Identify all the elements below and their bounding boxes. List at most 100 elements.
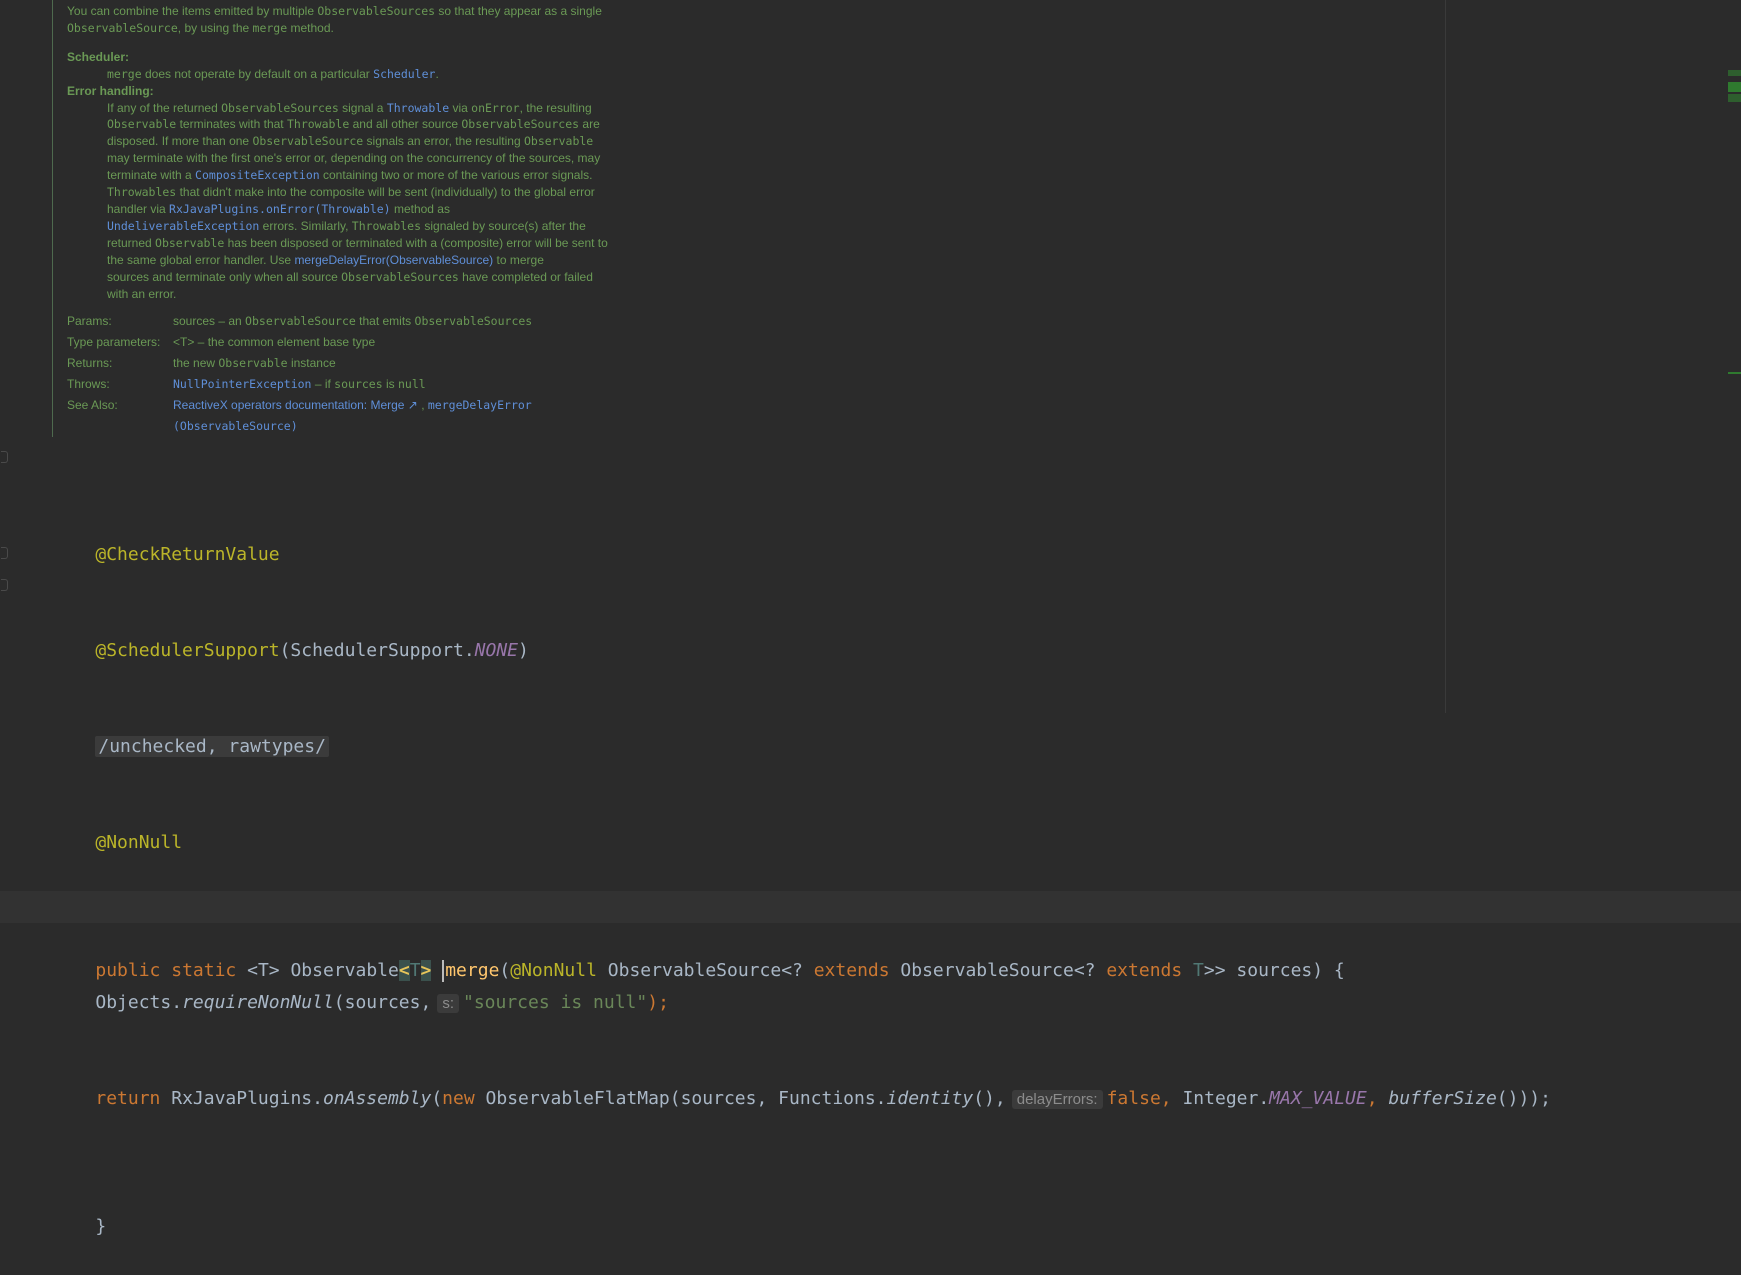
javadoc-tag-row: Throws: NullPointerException – if sources…: [67, 374, 692, 395]
doc-text: signal a: [338, 100, 387, 115]
doc-text: that emits: [355, 314, 415, 329]
error-handling-line: terminate with a CompositeException cont…: [107, 167, 692, 184]
doc-text: that didn't make into the composite will…: [176, 185, 595, 200]
error-handling-line: Observable terminates with that Throwabl…: [107, 116, 692, 133]
folded-region[interactable]: /unchecked, rawtypes/: [95, 736, 329, 757]
doc-text: , the resulting: [519, 100, 592, 115]
doc-inline-code: Observable: [155, 235, 225, 250]
doc-text: disposed. If more than one: [107, 134, 253, 149]
error-handling-line: may terminate with the first one's error…: [107, 150, 692, 167]
error-handling-line: Throwables that didn't make into the com…: [107, 184, 692, 201]
error-handling-line: disposed. If more than one ObservableSou…: [107, 133, 692, 150]
doc-text: terminate with a: [107, 168, 196, 183]
doc-text: signals an error, the resulting: [363, 134, 524, 149]
doc-inline-code: ObservableSources: [221, 100, 339, 115]
doc-text: – if: [311, 377, 335, 392]
tag-name: Throws:: [67, 377, 110, 392]
doc-text: returned: [107, 235, 156, 250]
parameter-hint: delayErrors:: [1011, 1090, 1103, 1109]
error-handling-line: UndeliverableException errors. Similarly…: [107, 218, 692, 235]
tag-value: sources – an ObservableSource that emits…: [173, 313, 692, 330]
doc-text: instance: [287, 356, 336, 371]
doc-text: may terminate with the first one's error…: [107, 151, 601, 166]
rendered-javadoc: You can combine the items emitted by mul…: [52, 0, 692, 437]
code-line[interactable]: Objects.requireNonNull(sources, s: "source…: [52, 987, 1551, 1019]
scheduler-text: merge does not operate by default on a p…: [107, 66, 439, 81]
doc-link[interactable]: CompositeException: [195, 168, 320, 182]
javadoc-tag-row: Type parameters: <T> – the common element…: [67, 332, 692, 353]
doc-inline-code: ObservableSources: [341, 269, 459, 284]
parameter-hint: s:: [437, 994, 459, 1013]
doc-inline-code: Observable: [107, 117, 177, 132]
doc-text: If any of the returned: [107, 100, 222, 115]
doc-text: and all other source: [349, 117, 462, 132]
scrollbar-change-marker[interactable]: [1728, 372, 1741, 374]
tag-value: the new Observable instance: [173, 355, 692, 372]
doc-text: have completed or failed: [458, 269, 593, 284]
code-line[interactable]: @SchedulerSupport(SchedulerSupport.NONE): [52, 603, 1551, 661]
error-handling-text: If any of the returned ObservableSources…: [67, 100, 692, 303]
doc-link[interactable]: ReactiveX operators documentation: Merge…: [173, 398, 418, 412]
doc-text: sources and terminate only when all sour…: [107, 269, 342, 284]
fold-icon[interactable]: [1, 579, 9, 591]
doc-inline-code: Throwables: [107, 185, 177, 200]
doc-text: are: [579, 117, 600, 132]
error-handling-line: If any of the returned ObservableSources…: [107, 100, 692, 117]
doc-text: ,: [417, 398, 428, 413]
doc-text: <T> – the common element base type: [173, 335, 376, 350]
current-code-line[interactable]: public static <T> Observable<T> merge(@N…: [0, 891, 1741, 982]
tag-value: NullPointerException – if sources is nul…: [173, 376, 692, 393]
doc-inline-code: ObservableSources: [461, 117, 580, 132]
doc-link[interactable]: mergeDelayError(ObservableSource): [294, 253, 493, 267]
javadoc-tag-row: (ObservableSource): [67, 416, 692, 437]
error-handling-label: Error handling:: [67, 83, 154, 98]
error-handling-line: sources and terminate only when all sour…: [107, 269, 692, 286]
doc-inline-code: onError: [471, 100, 520, 115]
scrollbar-change-marker[interactable]: [1728, 94, 1741, 102]
doc-intro: You can combine the items emitted by mul…: [67, 4, 602, 35]
code-line[interactable]: /unchecked, rawtypes/: [52, 699, 1551, 757]
doc-inline-code: Observable: [523, 134, 594, 149]
doc-text: via: [449, 100, 472, 115]
doc-link[interactable]: NullPointerException: [173, 377, 311, 391]
doc-link[interactable]: Throwable: [387, 101, 449, 115]
doc-link[interactable]: (ObservableSource): [173, 419, 298, 433]
current-line-highlight: [0, 891, 1741, 923]
code-line[interactable]: @CheckReturnValue: [52, 507, 1551, 565]
doc-text: handler via: [107, 201, 170, 216]
doc-link[interactable]: mergeDelayError: [428, 398, 532, 412]
javadoc-tag-row: Params: sources – an ObservableSource tha…: [67, 311, 692, 332]
code-editor[interactable]: @CheckReturnValue @SchedulerSupport(Sche…: [0, 443, 1741, 1243]
doc-link[interactable]: RxJavaPlugins.onError(Throwable): [169, 202, 391, 216]
fold-icon[interactable]: [1, 451, 9, 463]
doc-text: is: [382, 377, 398, 392]
doc-text: containing two or more of the various er…: [319, 168, 593, 183]
fold-icon[interactable]: [1, 547, 9, 559]
tag-value: (ObservableSource): [173, 418, 692, 435]
doc-inline-code: sources: [334, 377, 383, 392]
doc-inline-code: ObservableSources: [414, 314, 533, 329]
doc-text: terminates with that: [176, 117, 287, 132]
doc-inline-code: ObservableSource: [245, 314, 356, 329]
doc-text: the new: [173, 356, 219, 371]
doc-inline-code: ObservableSource: [252, 134, 364, 149]
code-line[interactable]: return RxJavaPlugins.onAssembly(new Obse…: [52, 1083, 1551, 1115]
doc-inline-code: Throwable: [286, 117, 350, 132]
doc-link[interactable]: UndeliverableException: [107, 219, 259, 233]
doc-text: method as: [390, 201, 450, 216]
code-line[interactable]: @NonNull: [52, 795, 1551, 853]
brace-match: >: [420, 960, 432, 981]
tag-value: <T> – the common element base type: [173, 334, 692, 351]
doc-text: errors. Similarly,: [259, 218, 352, 233]
scrollbar-change-marker[interactable]: [1728, 70, 1741, 76]
doc-text: the same global error handler. Use: [107, 252, 295, 267]
doc-text: to merge: [493, 252, 544, 267]
scrollbar-change-marker[interactable]: [1728, 82, 1741, 92]
scheduler-label: Scheduler:: [67, 49, 130, 64]
editor-gutter: [0, 0, 40, 713]
scheduler-link[interactable]: Scheduler: [373, 67, 435, 81]
error-handling-line: returned Observable has been disposed or…: [107, 235, 692, 252]
code-line[interactable]: }: [52, 1179, 1551, 1237]
error-handling-line: the same global error handler. Use merge…: [107, 252, 692, 269]
error-handling-line: handler via RxJavaPlugins.onError(Throwa…: [107, 201, 692, 218]
